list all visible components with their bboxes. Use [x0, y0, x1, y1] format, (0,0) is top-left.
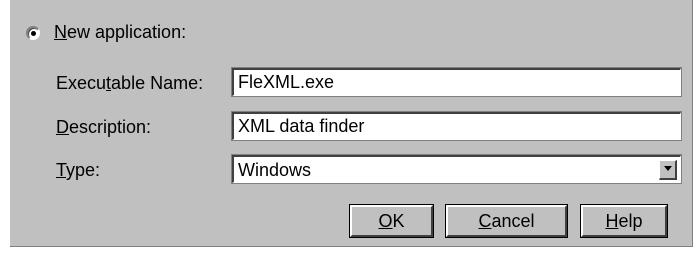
type-label-rest: ype: [66, 160, 101, 180]
radio-dot [31, 30, 36, 36]
new-application-label: New application: [54, 22, 186, 43]
new-application-radio[interactable]: New application: [26, 22, 186, 43]
cancel-mnemonic: C [478, 210, 492, 231]
cancel-label-rest: ancel [491, 210, 535, 231]
type-label: Type: [56, 158, 100, 182]
type-select-value: Windows [238, 159, 312, 180]
ok-button[interactable]: OK [349, 204, 434, 238]
new-application-dialog: New application: Executable Name: Descri… [10, 0, 693, 247]
radio-selected-icon[interactable] [26, 25, 40, 40]
chevron-down-icon-glyph [663, 166, 672, 171]
executable-name-input[interactable] [231, 67, 682, 97]
help-label-rest: elp [618, 210, 643, 231]
chevron-down-icon[interactable] [659, 159, 677, 180]
new-application-mnemonic: N [54, 22, 67, 42]
executable-name-label: Executable Name: [56, 71, 203, 95]
new-application-label-rest: ew application: [67, 22, 187, 42]
help-mnemonic: H [605, 210, 619, 231]
description-label-rest: escription: [69, 117, 152, 137]
type-select[interactable]: Windows [231, 154, 682, 184]
type-mnemonic: T [56, 160, 67, 180]
help-button[interactable]: Help [580, 204, 668, 238]
executable-name-label-post: able Name: [111, 73, 204, 93]
ok-mnemonic: O [378, 210, 393, 231]
ok-label-rest: K [392, 210, 405, 231]
cancel-button[interactable]: Cancel [445, 204, 568, 238]
description-mnemonic: D [56, 117, 69, 137]
description-input[interactable] [231, 111, 682, 141]
executable-name-label-pre: Execu [56, 73, 107, 93]
description-label: Description: [56, 115, 151, 139]
